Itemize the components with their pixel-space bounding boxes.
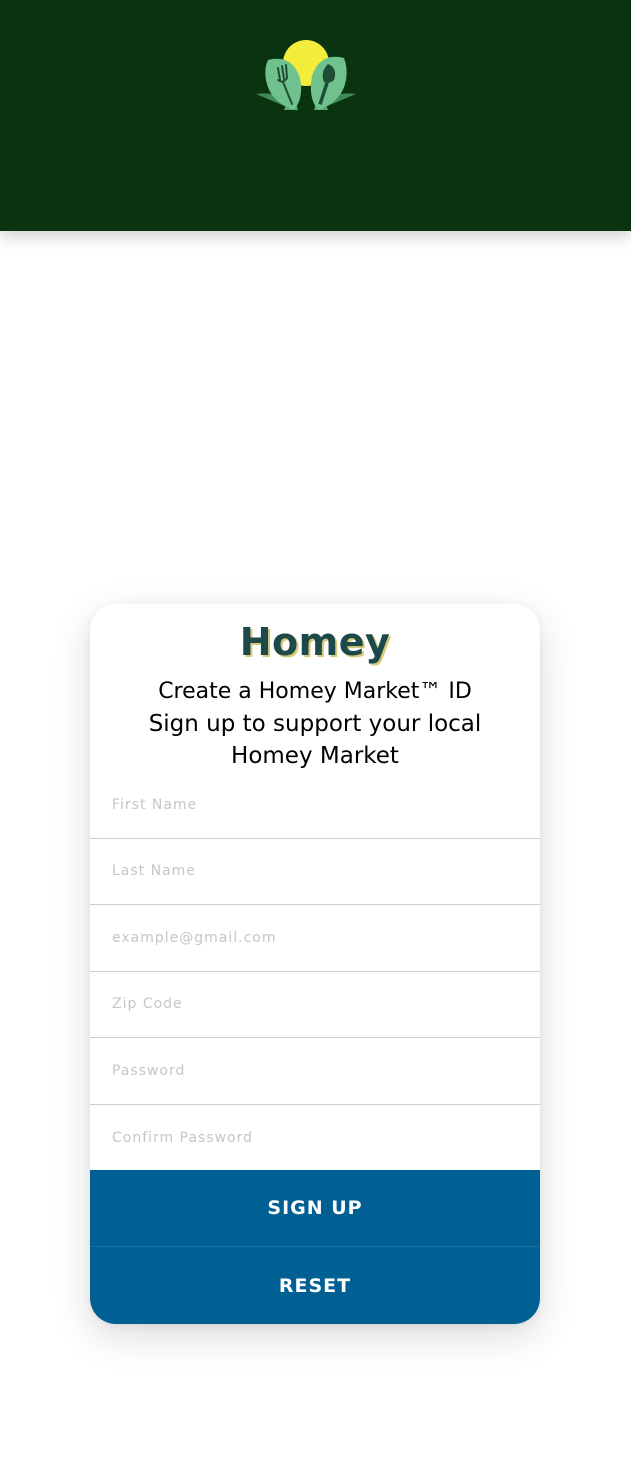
last-name-input[interactable]	[90, 838, 540, 905]
signup-card: Homey Create a Homey Market™ ID Sign up …	[90, 604, 540, 1324]
password-input[interactable]	[90, 1038, 540, 1105]
homey-market-logo-icon[interactable]	[254, 38, 358, 114]
page-title: Create a Homey Market™ ID	[158, 679, 472, 704]
sign-up-button[interactable]: SIGN UP	[90, 1170, 540, 1247]
page-subtitle: Sign up to support your local Homey Mark…	[148, 711, 482, 769]
top-header-bar	[0, 0, 631, 231]
signup-form	[90, 772, 540, 1171]
confirm-password-input[interactable]	[90, 1104, 540, 1171]
brand-logo-text: Homey	[239, 620, 391, 664]
email-input[interactable]	[90, 905, 540, 972]
reset-button[interactable]: RESET	[90, 1247, 540, 1324]
zip-code-input[interactable]	[90, 971, 540, 1038]
first-name-input[interactable]	[90, 772, 540, 839]
